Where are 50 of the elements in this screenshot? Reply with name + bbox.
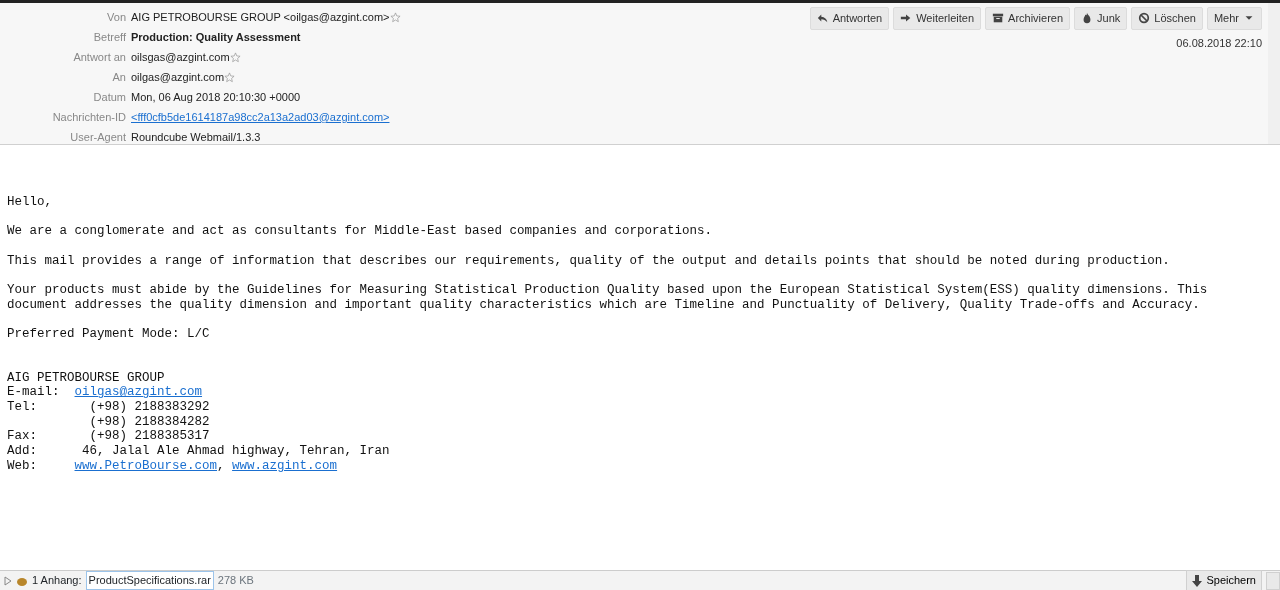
field-value: oilgas@azgint.com [131,71,225,84]
signature-line: E-mail: oilgas@azgint.com [7,385,204,401]
field-label: Von [106,11,126,24]
field-value: oilsgas@azgint.com [131,51,230,64]
star-icon[interactable] [224,72,236,83]
signature-line: Tel: (+98) 2188383292 [7,400,211,415]
body-paragraph: Hello, [7,195,53,210]
signature-line: (+98) 2188384282 [88,414,211,430]
email-link[interactable]: www.PetroBourse.com [74,458,218,473]
reply-arrow-icon [816,12,829,25]
toolbar-button[interactable]: Archivieren [985,7,1071,30]
save-button[interactable]: Speichern [1186,570,1262,590]
field-value: Mon, 06 Aug 2018 20:10:30 +0000 [131,91,301,104]
message-date: 06.08.2018 22:10 [1176,36,1262,51]
field-value: AIG PETROBOURSE GROUP <oilgas@azgint.com> [131,11,390,24]
signature-line: Fax: (+98) 2188385317 [7,429,211,445]
dropdown-button[interactable] [1266,571,1280,590]
star-icon[interactable] [229,52,241,63]
toolbar-button[interactable]: Junk [1074,7,1128,30]
body-paragraph: Your products must abide by the Guidelines for Measuring Statistical Production Quality based upon the European Statistical System(ESS) quality dimensions. This document addresses the quality dimension and important quality characteristics which are Timeline and Punctuality of Delivery, Quality Trade-offs and Accuracy. [7,282,1209,313]
star-icon[interactable] [389,12,401,23]
download-arrow-icon [1192,574,1203,587]
archive-box-icon [992,12,1005,25]
expand-triangle-icon[interactable] [4,575,12,586]
body-paragraph: Preferred Payment Mode: L/C [7,326,211,342]
attachment-file[interactable]: ProductSpecifications.rar [85,571,214,590]
signature-line: Web: www.PetroBourse.com, www.azgint.com [7,458,339,474]
toolbar-button[interactable]: Antworten [809,7,890,30]
email-link[interactable]: oilgas@azgint.com [74,385,203,400]
field-label: An [111,71,126,84]
prohibited-icon [1138,12,1151,25]
signature-line: AIG PETROBOURSE GROUP [7,370,166,386]
toolbar-button[interactable]: Löschen [1131,7,1203,30]
field-label: Antwort an [72,51,126,64]
attachment-count: 1 Anhang: [32,573,82,589]
message-id-link[interactable]: <fff0cfb5de1614187a98cc2a13a2ad03@azgint.com> [131,111,390,124]
email-link[interactable]: www.azgint.com [232,458,338,473]
field-label: Betreff [92,31,126,44]
field-value: Production: Quality Assessment [131,31,301,44]
field-label: Datum [92,91,126,104]
attachment-size: 278 KB [217,573,254,589]
body-paragraph: We are a conglomerate and act as consultants for Middle-East based companies and corporations. [7,224,714,239]
scrollbar[interactable] [1268,3,1280,144]
field-label: Nachrichten-ID [51,111,126,124]
signature-line: Add: 46, Jalal Ale Ahmad highway, Tehran, Iran [7,444,391,459]
toolbar-button[interactable]: Weiterleiten [893,7,982,30]
body-paragraph: This mail provides a range of information that describes our requirements, quality of the output and details points that should be noted during production. [7,253,1171,269]
field-label: User-Agent [69,131,126,144]
field-value: Roundcube Webmail/1.3.3 [131,131,261,144]
more-button[interactable]: Mehr [1206,7,1262,30]
